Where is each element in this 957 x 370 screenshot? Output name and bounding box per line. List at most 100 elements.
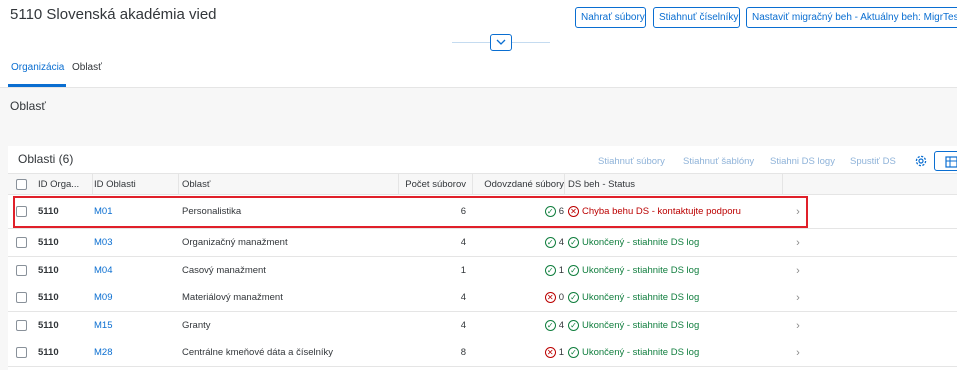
area-id-link[interactable]: M01 [94, 195, 180, 228]
column-header-status[interactable]: DS beh - Status [568, 174, 788, 194]
download-ds-logs-button[interactable]: Stiahni DS logy [770, 156, 835, 167]
check-circle-icon: ✓ [544, 320, 556, 331]
check-circle-icon: ✓ [568, 347, 579, 358]
file-count-cell: 4 [460, 320, 466, 331]
gear-icon [915, 155, 927, 167]
row-select-cell[interactable] [16, 257, 34, 284]
area-id-link[interactable]: M03 [94, 229, 180, 256]
area-id-link[interactable]: M09 [94, 284, 180, 311]
row-checkbox[interactable] [16, 292, 27, 303]
row-checkbox[interactable] [16, 320, 27, 331]
submitted-count: 4 [558, 237, 564, 248]
ds-status-text: Ukončený - stiahnite DS log [582, 237, 700, 248]
run-ds-button[interactable]: Spustiť DS [850, 156, 896, 167]
row-select-cell[interactable] [16, 339, 34, 366]
submitted-count: 1 [558, 347, 564, 358]
column-header-area[interactable]: Oblasť [182, 174, 402, 194]
column-header-id[interactable]: ID Oblasti [94, 174, 180, 194]
area-id-link[interactable]: M15 [94, 312, 180, 339]
area-name-cell: Materiálový manažment [182, 292, 283, 303]
submitted-files-cell: ✓ 1 [474, 257, 564, 284]
chevron-right-icon[interactable]: › [788, 229, 808, 256]
x-circle-icon: ✕ [544, 347, 556, 358]
column-header-org[interactable]: ID Orga... [38, 174, 94, 194]
chevron-right-icon[interactable]: › [788, 257, 808, 284]
submitted-count: 6 [558, 206, 564, 217]
row-checkbox[interactable] [16, 347, 27, 358]
column-separator [178, 174, 179, 194]
tab-oblast[interactable]: Oblasť [72, 62, 102, 73]
column-header-submitted[interactable]: Odovzdané súbory [474, 174, 564, 194]
object-page-header: 5110 Slovenská akadémia vied Nahrať súbo… [0, 0, 957, 88]
ds-status-cell: ✓ Ukončený - stiahnite DS log [568, 229, 788, 256]
submitted-files-cell: ✓ 6 [474, 195, 564, 228]
table-row[interactable]: 5110 M15 Granty 4 ✓ 4 ✓ Ukončený - stiah… [8, 312, 957, 340]
check-circle-icon: ✓ [568, 292, 579, 303]
download-files-button[interactable]: Stiahnuť súbory [598, 156, 665, 167]
file-count-cell: 8 [460, 347, 466, 358]
row-select-cell[interactable] [16, 229, 34, 256]
check-circle-icon: ✓ [544, 206, 556, 217]
table-row[interactable]: 5110 M01 Personalistika 6 ✓ 6 ✕ Chyba be… [8, 195, 957, 229]
row-select-cell[interactable] [16, 284, 34, 311]
row-select-cell[interactable] [16, 312, 34, 339]
collapse-header-button[interactable] [490, 34, 512, 51]
column-separator [92, 174, 93, 194]
ds-status-cell: ✓ Ukončený - stiahnite DS log [568, 312, 788, 339]
table-settings-button[interactable] [914, 154, 928, 168]
area-name-cell: Organizačný manažment [182, 237, 288, 248]
table-row[interactable]: 5110 M09 Materiálový manažment 4 ✕ 0 ✓ U… [8, 284, 957, 312]
chevron-right-icon[interactable]: › [788, 339, 808, 366]
submitted-files-cell: ✕ 0 [474, 284, 564, 311]
tab-organizacia[interactable]: Organizácia [11, 62, 64, 73]
table-row[interactable]: 5110 M28 Centrálne kmeňové dáta a číseln… [8, 339, 957, 367]
chevron-down-icon [496, 39, 506, 45]
select-all-checkbox[interactable] [16, 178, 27, 190]
ds-status-text: Ukončený - stiahnite DS log [582, 292, 700, 303]
submitted-count: 1 [558, 265, 564, 276]
table-export-button[interactable] [934, 151, 957, 171]
chevron-right-icon[interactable]: › [788, 284, 808, 311]
x-circle-icon: ✕ [544, 292, 556, 303]
ds-status-text: Chyba behu DS - kontaktujte podporu [582, 206, 741, 217]
row-select-cell[interactable] [16, 195, 34, 228]
submitted-files-cell: ✓ 4 [474, 229, 564, 256]
table-header-row: ID Orga... ID Oblasti Oblasť Počet súbor… [8, 173, 957, 195]
area-id-link[interactable]: M28 [94, 339, 180, 366]
row-checkbox[interactable] [16, 265, 27, 276]
submitted-count: 4 [558, 320, 564, 331]
row-checkbox[interactable] [16, 206, 27, 217]
area-name-cell: Casový manažment [182, 265, 266, 276]
upload-files-button[interactable]: Nahrať súbory [575, 7, 646, 28]
select-all-cell[interactable] [16, 174, 34, 194]
header-divider [512, 42, 550, 43]
selected-tab-indicator [8, 84, 66, 87]
ds-status-text: Ukončený - stiahnite DS log [582, 265, 700, 276]
org-id-cell: 5110 [38, 237, 59, 248]
table-row[interactable]: 5110 M04 Casový manažment 1 ✓ 1 ✓ Ukonče… [8, 257, 957, 285]
column-header-count[interactable]: Počet súborov [402, 174, 466, 194]
org-id-cell: 5110 [38, 265, 59, 276]
chevron-right-icon[interactable]: › [788, 195, 808, 228]
check-circle-icon: ✓ [568, 265, 579, 276]
section-title: Oblasť [10, 99, 46, 113]
area-id-link[interactable]: M04 [94, 257, 180, 284]
column-separator [398, 174, 399, 194]
column-separator [564, 174, 565, 194]
check-circle-icon: ✓ [568, 237, 579, 248]
download-codelists-button[interactable]: Stiahnuť číselníky [653, 7, 740, 28]
download-templates-button[interactable]: Stiahnuť šablóny [683, 156, 754, 167]
file-count-cell: 4 [460, 237, 466, 248]
file-count-cell: 6 [460, 206, 466, 217]
check-circle-icon: ✓ [544, 265, 556, 276]
column-separator [472, 174, 473, 194]
set-migration-run-button[interactable]: Nastaviť migračný beh - Aktuálny beh: Mi… [746, 7, 957, 28]
table-row[interactable]: 5110 M03 Organizačný manažment 4 ✓ 4 ✓ U… [8, 229, 957, 257]
chevron-right-icon[interactable]: › [788, 312, 808, 339]
submitted-files-cell: ✓ 4 [474, 312, 564, 339]
area-name-cell: Granty [182, 320, 211, 331]
org-id-cell: 5110 [38, 292, 59, 303]
submitted-files-cell: ✕ 1 [474, 339, 564, 366]
ds-status-text: Ukončený - stiahnite DS log [582, 347, 700, 358]
row-checkbox[interactable] [16, 237, 27, 248]
